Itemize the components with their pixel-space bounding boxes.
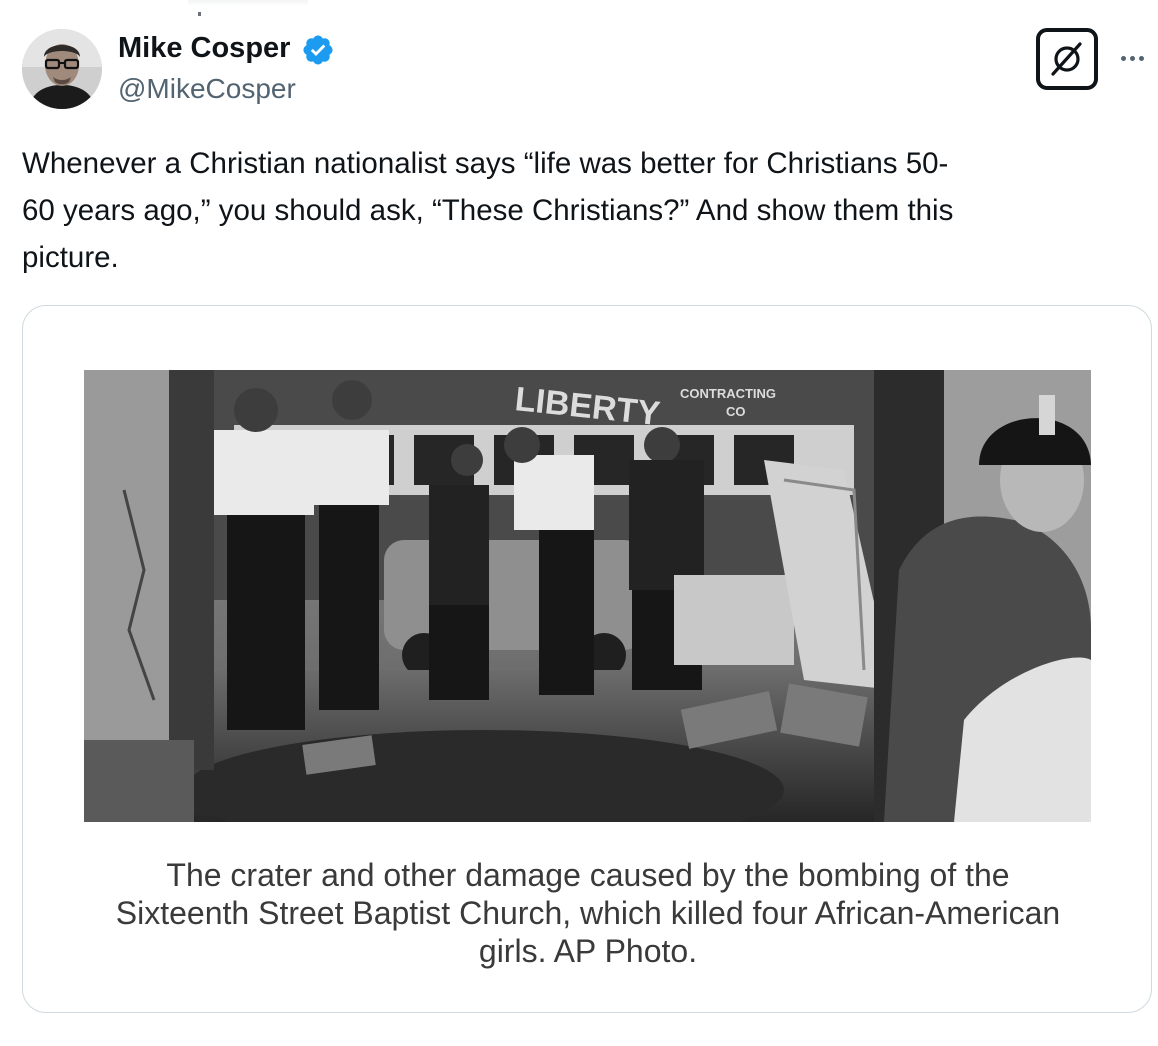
photo-sign-contracting: CONTRACTING [680, 386, 776, 401]
previous-tweet-edge [188, 0, 308, 6]
news-photo[interactable]: LIBERTY CONTRACTING CO [84, 370, 1091, 822]
grok-button[interactable] [1036, 28, 1098, 90]
author-display-name[interactable]: Mike Cosper [118, 30, 290, 66]
author-handle[interactable]: @MikeCosper [118, 71, 296, 107]
more-options-button[interactable] [1112, 42, 1152, 74]
previous-tweet-mark [198, 12, 201, 16]
tweet-text: Whenever a Christian nationalist says “l… [22, 147, 954, 274]
bombing-scene-photo: LIBERTY CONTRACTINGCO [84, 370, 1091, 822]
avatar-photo-icon [22, 29, 102, 109]
photo-caption: The crater and other damage caused by th… [115, 857, 1061, 969]
more-icon-dot [1138, 55, 1144, 61]
grok-icon [1051, 42, 1082, 76]
media-card[interactable]: LIBERTY CONTRACTING CO The crater and othe… [22, 305, 1152, 1013]
more-icon-dot [1129, 55, 1135, 61]
photo-sign-co: CO [726, 404, 746, 419]
author-avatar[interactable] [22, 29, 102, 109]
verified-badge-icon [303, 35, 333, 65]
more-icon [1120, 55, 1126, 61]
